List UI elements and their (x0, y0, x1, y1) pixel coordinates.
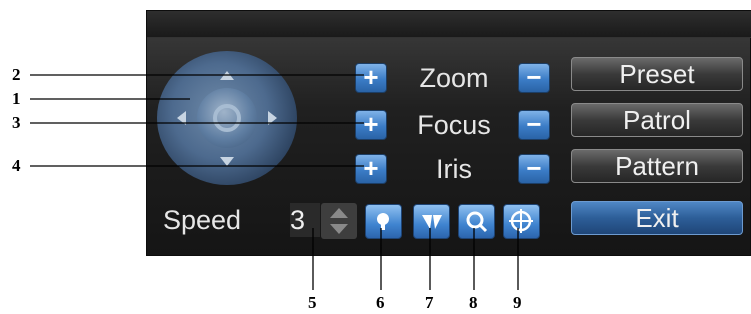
callout-1: 1 (12, 89, 21, 108)
callout-3: 3 (12, 113, 21, 132)
callout-lines (30, 74, 519, 290)
callout-2: 2 (12, 65, 21, 84)
callout-6: 6 (376, 293, 385, 312)
callout-7: 7 (425, 293, 434, 312)
callout-5: 5 (308, 293, 317, 312)
callout-8: 8 (469, 293, 478, 312)
callout-9: 9 (513, 293, 522, 312)
callout-4: 4 (12, 156, 21, 175)
